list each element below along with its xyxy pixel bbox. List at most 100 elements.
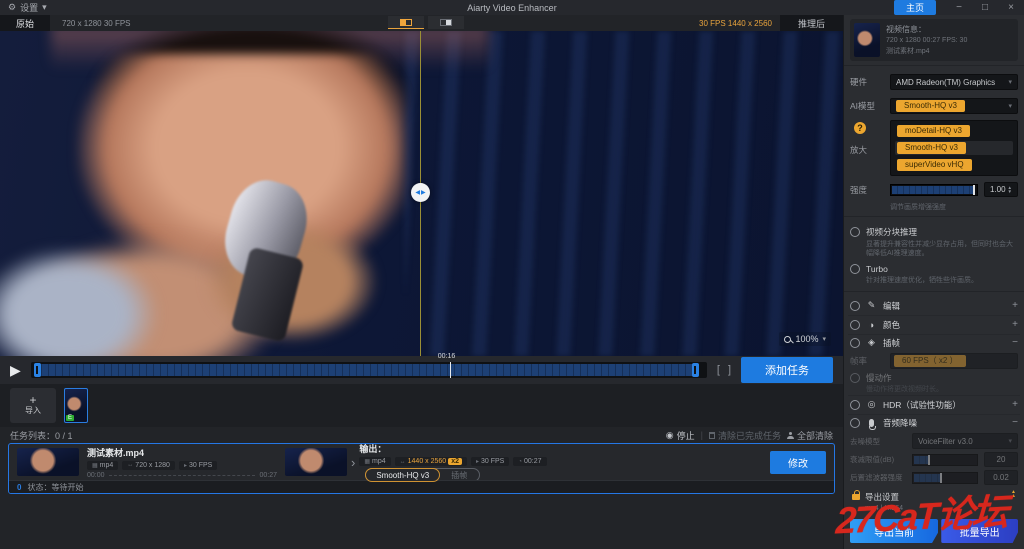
zoom-control[interactable]: 100% ▾ bbox=[779, 332, 831, 346]
playhead[interactable] bbox=[450, 362, 452, 378]
spin-down-icon[interactable]: ▼ bbox=[1008, 190, 1012, 194]
attenuation-label: 衰减限值(dB) bbox=[850, 454, 906, 465]
model-option[interactable]: moDetail-HQ v3 bbox=[895, 124, 1013, 138]
trim-handle-start[interactable] bbox=[34, 363, 41, 377]
strength-slider-handle[interactable] bbox=[973, 185, 975, 195]
section-edit[interactable]: ✎ 编辑 + bbox=[848, 297, 1020, 314]
clear-all-button[interactable]: 全部清除 bbox=[787, 429, 833, 442]
radio-circle-icon bbox=[850, 373, 860, 383]
section-interp[interactable]: ◈ 插帧 − bbox=[848, 334, 1020, 351]
postfilter-value[interactable]: 0.02 bbox=[984, 470, 1018, 485]
collapse-icon[interactable]: − bbox=[1012, 417, 1018, 428]
modify-button[interactable]: 修改 bbox=[770, 451, 826, 474]
turbo-desc: 针对推理速度优化，牺牲些许画质。 bbox=[866, 276, 1018, 285]
export-settings-row[interactable]: 导出设置 mp4 | H.264 ▲▲ bbox=[850, 488, 1018, 515]
person-icon bbox=[787, 432, 794, 439]
chevron-down-icon: ▾ bbox=[1008, 78, 1012, 86]
playback-bar: ▶ 00:16 [ ] 添加任务 bbox=[0, 356, 843, 384]
palette-icon: ◑ bbox=[866, 320, 877, 330]
tab-processed[interactable]: 推理后 bbox=[780, 15, 843, 31]
stop-button[interactable]: ◉ 停止 bbox=[666, 429, 695, 442]
section-color[interactable]: ◑ 颜色 + bbox=[848, 315, 1020, 332]
help-icon[interactable]: ? bbox=[854, 122, 866, 134]
compare-split-button[interactable] bbox=[388, 16, 424, 29]
turbo-label: Turbo bbox=[866, 264, 888, 274]
set-out-button[interactable]: ] bbox=[728, 364, 731, 376]
ai-model-value: Smooth-HQ v3 bbox=[896, 100, 965, 112]
slowmo-hint: 慢动作将更改视频时长。 bbox=[866, 385, 1018, 394]
set-in-button[interactable]: [ bbox=[717, 364, 720, 376]
titlebar: ⚙ 设置 ▾ Aiarty Video Enhancer 主页 − □ × bbox=[0, 0, 1024, 15]
trash-icon bbox=[709, 432, 715, 439]
home-button[interactable]: 主页 bbox=[894, 0, 936, 15]
clear-done-label: 清除已完成任务 bbox=[718, 429, 781, 442]
timeline[interactable]: 00:16 bbox=[31, 362, 707, 378]
import-label: 导入 bbox=[25, 405, 41, 416]
attenuation-handle[interactable] bbox=[928, 455, 930, 465]
expand-icon[interactable]: + bbox=[1012, 319, 1018, 330]
checkbox-circle-icon bbox=[850, 264, 860, 274]
checkbox-circle-icon bbox=[850, 227, 860, 237]
trim-handle-end[interactable] bbox=[692, 363, 699, 377]
close-button[interactable]: × bbox=[998, 0, 1024, 15]
expand-icon[interactable]: + bbox=[1012, 300, 1018, 311]
media-bin: + 导入 E bbox=[0, 384, 843, 427]
toggle-circle-icon bbox=[850, 338, 860, 348]
timeline-fill bbox=[35, 364, 695, 376]
settings-menu[interactable]: ⚙ 设置 ▾ bbox=[0, 1, 47, 14]
play-button[interactable]: ▶ bbox=[10, 363, 21, 377]
tab-original[interactable]: 原始 bbox=[0, 15, 50, 31]
hardware-select[interactable]: AMD Radeon(TM) Graphics ▾ bbox=[890, 74, 1018, 90]
fps-icon: ▸ bbox=[476, 458, 479, 465]
section-audio[interactable]: 音频降噪 − bbox=[848, 414, 1020, 431]
clear-done-button[interactable]: 清除已完成任务 bbox=[709, 429, 781, 442]
double-chevron-up-icon[interactable]: ▲▲ bbox=[1011, 490, 1016, 498]
fps-select[interactable]: 60 FPS（ x2 ） bbox=[890, 353, 1018, 369]
strength-slider[interactable] bbox=[890, 184, 978, 196]
turbo-checkbox[interactable]: Turbo bbox=[850, 264, 1018, 274]
settings-sidebar: 视频信息： 720 x 1280 00:27 FPS: 30 测试素材.mp4 … bbox=[843, 15, 1024, 549]
video-info-meta: 720 x 1280 00:27 FPS: 30 bbox=[886, 37, 967, 44]
denoise-model-value: VoiceFilter v3.0 bbox=[918, 437, 973, 446]
chevron-down-icon: ▾ bbox=[1008, 437, 1012, 445]
ai-model-select[interactable]: Smooth-HQ v3 ▾ bbox=[890, 98, 1018, 114]
attenuation-value[interactable]: 20 bbox=[984, 452, 1018, 467]
denoise-model-select[interactable]: VoiceFilter v3.0 ▾ bbox=[912, 433, 1018, 449]
media-thumbnail[interactable]: E bbox=[64, 388, 88, 423]
collapse-icon[interactable]: − bbox=[1012, 337, 1018, 348]
toggle-circle-icon bbox=[850, 418, 860, 428]
preview-header: 原始 720 x 1280 30 FPS 30 FPS 1440 x 2560 … bbox=[0, 15, 843, 31]
chunk-desc: 显著提升兼容性并减少显存占用，但同时也会大幅降低AI推理速度。 bbox=[866, 240, 1018, 259]
slowmo-radio[interactable]: 慢动作 bbox=[850, 372, 1018, 384]
postfilter-slider[interactable] bbox=[912, 472, 978, 484]
edit-section-label: 编辑 bbox=[883, 300, 900, 312]
model-option[interactable]: superVideo vHQ bbox=[895, 158, 1013, 172]
playhead-time: 00:16 bbox=[438, 353, 456, 360]
expand-icon[interactable]: + bbox=[1012, 399, 1018, 410]
compare-side-button[interactable] bbox=[428, 16, 464, 29]
attenuation-slider[interactable] bbox=[912, 454, 978, 466]
app-window: ⚙ 设置 ▾ Aiarty Video Enhancer 主页 − □ × 原始… bbox=[0, 0, 1024, 549]
model-pill-name: Smooth-HQ v3 bbox=[365, 468, 440, 482]
maximize-button[interactable]: □ bbox=[972, 0, 998, 15]
export-batch-button[interactable]: 批量导出 bbox=[941, 519, 1018, 543]
input-res-badge: ↔720 x 1280 bbox=[122, 461, 175, 470]
film-icon: ▦ bbox=[364, 458, 370, 465]
chunk-inference-checkbox[interactable]: 视频分块推理 bbox=[850, 226, 1018, 238]
minimize-button[interactable]: − bbox=[946, 0, 972, 15]
model-option[interactable]: Smooth-HQ v3 bbox=[895, 141, 1013, 155]
strength-value[interactable]: 1.00 ▲▼ bbox=[984, 182, 1018, 197]
hardware-label: 硬件 bbox=[850, 76, 884, 88]
section-hdr[interactable]: ◎ HDR（试验性功能） + bbox=[848, 395, 1020, 412]
compare-divider-handle[interactable]: ◀▶ bbox=[411, 183, 430, 202]
ai-model-dropdown: moDetail-HQ v3 Smooth-HQ v3 superVideo v… bbox=[890, 120, 1018, 176]
split-view-icon bbox=[400, 19, 412, 26]
add-task-button[interactable]: 添加任务 bbox=[741, 357, 833, 383]
postfilter-label: 后置滤波器强度 bbox=[850, 472, 906, 483]
export-current-button[interactable]: 导出当前 bbox=[850, 519, 938, 543]
app-title: Aiarty Video Enhancer bbox=[0, 3, 1024, 13]
task-row[interactable]: 测试素材.mp4 ▦mp4 ↔720 x 1280 ▸30 FPS 00:00 … bbox=[8, 443, 835, 494]
import-button[interactable]: + 导入 bbox=[10, 388, 56, 423]
strength-label: 强度 bbox=[850, 184, 884, 196]
postfilter-handle[interactable] bbox=[940, 473, 942, 483]
